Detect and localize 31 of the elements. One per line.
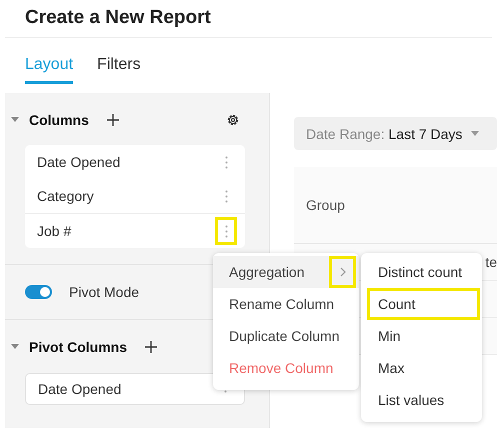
kebab-icon bbox=[224, 190, 228, 202]
kebab-icon bbox=[224, 224, 228, 238]
menu-item[interactable]: Rename Column bbox=[213, 288, 359, 320]
section-title: Columns bbox=[29, 112, 89, 128]
column-header: Group bbox=[306, 197, 345, 213]
column-item[interactable]: Date Opened bbox=[37, 154, 120, 170]
column-item[interactable]: Category bbox=[37, 188, 94, 204]
menu-item[interactable]: Aggregation bbox=[213, 256, 359, 288]
menu-item[interactable]: Min bbox=[367, 320, 480, 352]
chevron-icon bbox=[340, 267, 346, 277]
pivot-toggle[interactable] bbox=[25, 285, 52, 299]
page-title: Create a New Report bbox=[5, 0, 492, 38]
menu-item[interactable]: Duplicate Column bbox=[213, 320, 359, 352]
tab[interactable]: Filters bbox=[97, 56, 141, 84]
caret-icon[interactable] bbox=[11, 344, 19, 350]
table-cell: te bbox=[485, 254, 497, 270]
caret-icon[interactable] bbox=[11, 117, 19, 123]
column-item[interactable]: Job # bbox=[37, 223, 72, 239]
dropdown-arrow-icon bbox=[471, 131, 480, 136]
section-title: Pivot Columns bbox=[29, 339, 128, 355]
date-range-dropdown[interactable]: Date Range: Last 7 Days bbox=[294, 117, 497, 150]
menu-item[interactable]: Max bbox=[367, 352, 480, 384]
toggle-label: Pivot Mode bbox=[69, 284, 140, 300]
kebab-icon bbox=[224, 156, 228, 168]
add-icon[interactable] bbox=[144, 340, 158, 354]
menu-item[interactable]: List values bbox=[367, 384, 480, 416]
column-item[interactable]: Date Opened bbox=[38, 381, 122, 397]
menu-item[interactable]: Distinct count bbox=[367, 256, 480, 288]
settings-icon[interactable] bbox=[226, 113, 240, 127]
add-icon[interactable] bbox=[106, 113, 120, 127]
menu-item[interactable]: Count bbox=[367, 288, 480, 320]
